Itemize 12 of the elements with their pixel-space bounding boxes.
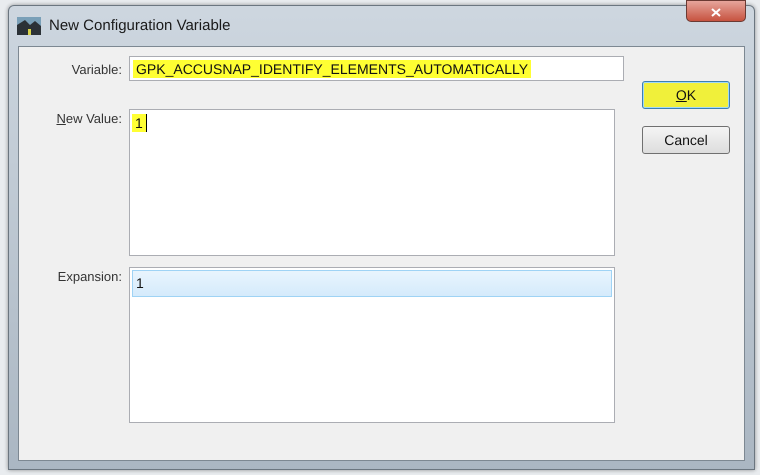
app-icon [17,17,41,35]
close-button[interactable] [686,0,746,22]
dialog-button[interactable]: Cancel [642,126,730,154]
value-textarea[interactable]: 1 [129,109,615,256]
input-field[interactable]: GPK_ACCUSNAP_IDENTIFY_ELEMENTS_AUTOMATICALLY [129,56,624,81]
field-label: Expansion: [56,268,123,286]
close-icon [711,8,721,17]
field-label: New Value: [55,110,123,128]
list-item[interactable]: 1 [132,270,612,297]
dialog-button[interactable]: OK [642,81,730,109]
window-title: New Configuration Variable [49,16,230,36]
field-label: Variable: [70,61,123,79]
